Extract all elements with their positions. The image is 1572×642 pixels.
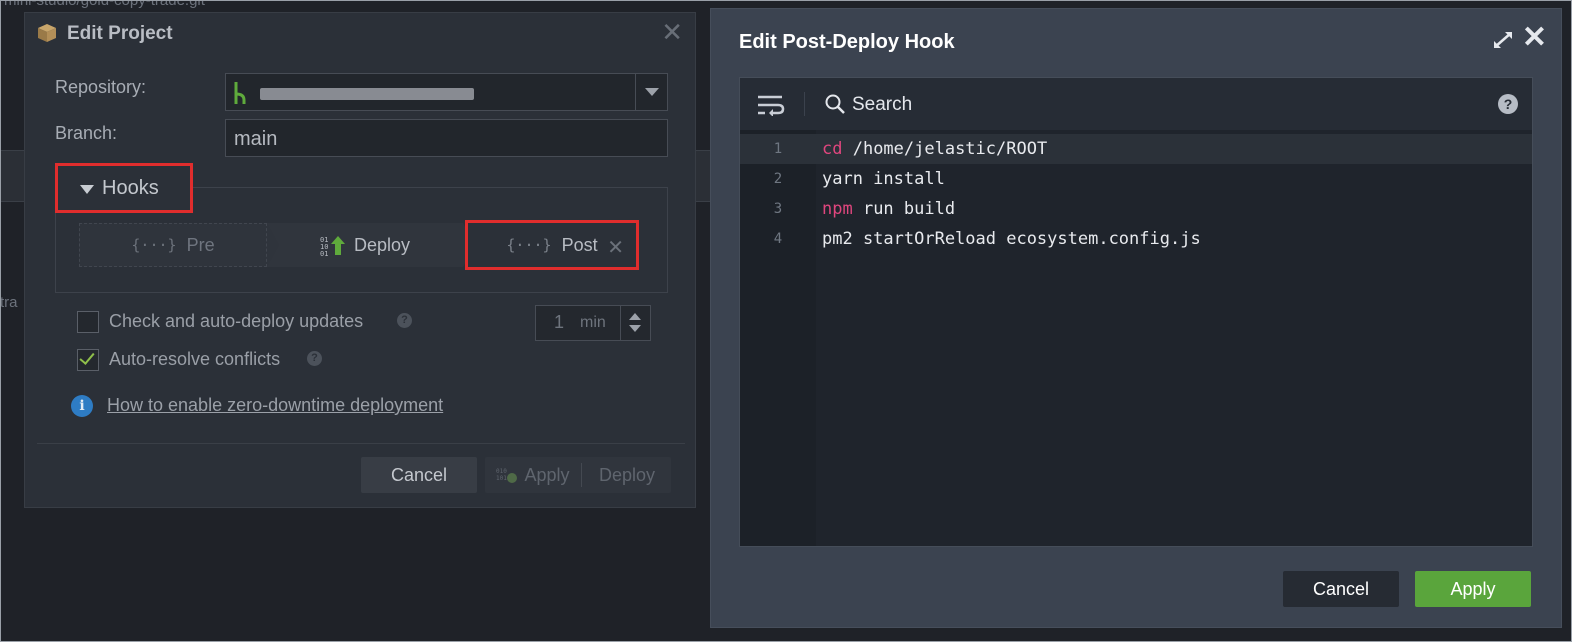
apply-label: Apply <box>524 464 570 485</box>
repository-select[interactable] <box>225 73 668 111</box>
code-braces-icon: {···} <box>131 236 177 254</box>
hooks-label: Hooks <box>102 177 159 199</box>
repository-name-redacted <box>260 88 474 100</box>
close-icon[interactable]: ✕ <box>1522 23 1547 53</box>
dialog-title: Edit Project <box>67 23 173 44</box>
triangle-down-icon <box>80 185 94 194</box>
cancel-button[interactable]: Cancel <box>361 457 477 493</box>
tab-pre-hook[interactable]: {···} Pre <box>79 223 267 267</box>
zero-downtime-link[interactable]: How to enable zero-downtime deployment <box>107 395 443 416</box>
auto-deploy-checkbox[interactable] <box>77 311 99 333</box>
hooks-toggle[interactable]: Hooks <box>55 163 193 213</box>
auto-deploy-label: Check and auto-deploy updates <box>109 311 364 331</box>
apply-button[interactable]: Apply <box>1415 571 1531 607</box>
code-line[interactable]: pm2 startOrReload ecosystem.config.js <box>816 224 1532 254</box>
branch-label: Branch: <box>55 123 118 143</box>
editor-toolbar: Search ? <box>740 78 1532 130</box>
help-icon[interactable]: ? <box>397 313 412 328</box>
interval-value: 1 <box>554 312 565 332</box>
code-keyword: cd <box>822 139 843 159</box>
code-line[interactable]: npm run build <box>816 194 1532 224</box>
apply-gear-icon: 010 101 <box>496 468 518 483</box>
tab-label: Pre <box>186 234 215 255</box>
code-text: yarn install <box>822 169 945 189</box>
search-icon[interactable] <box>824 93 846 115</box>
chevron-down-icon[interactable] <box>635 74 667 110</box>
svg-text:01: 01 <box>320 250 328 256</box>
package-box-icon <box>38 24 56 42</box>
apply-button[interactable]: 010 101 Apply <box>485 457 581 493</box>
help-icon[interactable]: ? <box>1498 94 1518 114</box>
remove-hook-icon[interactable]: ✕ <box>607 235 624 260</box>
code-editor[interactable]: Search ? 1 2 3 4 cd /home/jelastic/ROOT … <box>739 77 1533 547</box>
chevron-up-icon[interactable] <box>629 313 641 320</box>
line-number-gutter: 1 2 3 4 <box>740 130 816 546</box>
svg-text:101: 101 <box>496 475 507 482</box>
dialog-title: Edit Post-Deploy Hook <box>739 31 955 53</box>
expand-icon[interactable] <box>1493 31 1513 49</box>
info-icon: i <box>71 395 93 417</box>
code-braces-icon: {···} <box>506 236 552 254</box>
edit-post-deploy-hook-dialog: Edit Post-Deploy Hook ✕ Search ? 1 2 3 4… <box>710 8 1562 628</box>
background-repo-path: mini-studio/gold-copy-trade.git <box>4 0 205 9</box>
repository-label: Repository: <box>55 77 147 97</box>
tab-deploy[interactable]: 01 10 01 Deploy <box>267 223 475 267</box>
code-text: run build <box>852 199 956 219</box>
line-number: 1 <box>740 134 816 164</box>
branch-input[interactable]: main <box>225 119 668 157</box>
divider <box>37 443 685 444</box>
git-branch-icon <box>234 82 246 104</box>
line-number: 4 <box>773 231 783 247</box>
code-line[interactable]: cd /home/jelastic/ROOT <box>816 134 1532 164</box>
tab-post-hook[interactable]: {···} Post ✕ <box>465 220 639 270</box>
cancel-button[interactable]: Cancel <box>1283 571 1399 607</box>
line-number: 3 <box>773 201 783 217</box>
interval-stepper[interactable]: 1 min <box>535 305 651 341</box>
branch-value: main <box>234 128 278 150</box>
divider <box>581 463 582 487</box>
close-icon[interactable]: ✕ <box>661 19 683 45</box>
toolbar-separator <box>804 92 805 116</box>
search-label[interactable]: Search <box>852 94 912 116</box>
checkmark-icon <box>79 349 95 365</box>
edit-project-header: Edit Project ✕ <box>25 13 695 57</box>
code-line[interactable]: yarn install <box>816 164 1532 194</box>
interval-unit: min <box>580 314 606 331</box>
tab-label: Deploy <box>353 234 411 255</box>
help-icon[interactable]: ? <box>307 351 322 366</box>
deploy-button[interactable]: Deploy <box>583 457 671 493</box>
stepper-buttons[interactable] <box>620 306 650 340</box>
tab-label: Post <box>561 234 598 255</box>
code-text: /home/jelastic/ROOT <box>842 139 1048 159</box>
background-side-text: tra <box>0 294 18 311</box>
auto-resolve-label: Auto-resolve conflicts <box>109 349 281 369</box>
code-keyword: npm <box>822 199 853 219</box>
svg-text:010: 010 <box>496 468 507 475</box>
code-area[interactable]: cd /home/jelastic/ROOT yarn install npm … <box>816 130 1532 546</box>
wrap-lines-icon[interactable] <box>756 94 786 116</box>
line-number: 2 <box>773 171 783 187</box>
apply-deploy-button-group: 010 101 Apply Deploy <box>485 457 671 493</box>
code-text: pm2 startOrReload ecosystem.config.js <box>822 229 1201 249</box>
edit-project-dialog: Edit Project ✕ Repository: Branch: main … <box>24 12 696 508</box>
deploy-icon: 01 10 01 <box>320 236 345 256</box>
auto-resolve-checkbox[interactable] <box>77 349 99 371</box>
chevron-down-icon[interactable] <box>629 325 641 332</box>
